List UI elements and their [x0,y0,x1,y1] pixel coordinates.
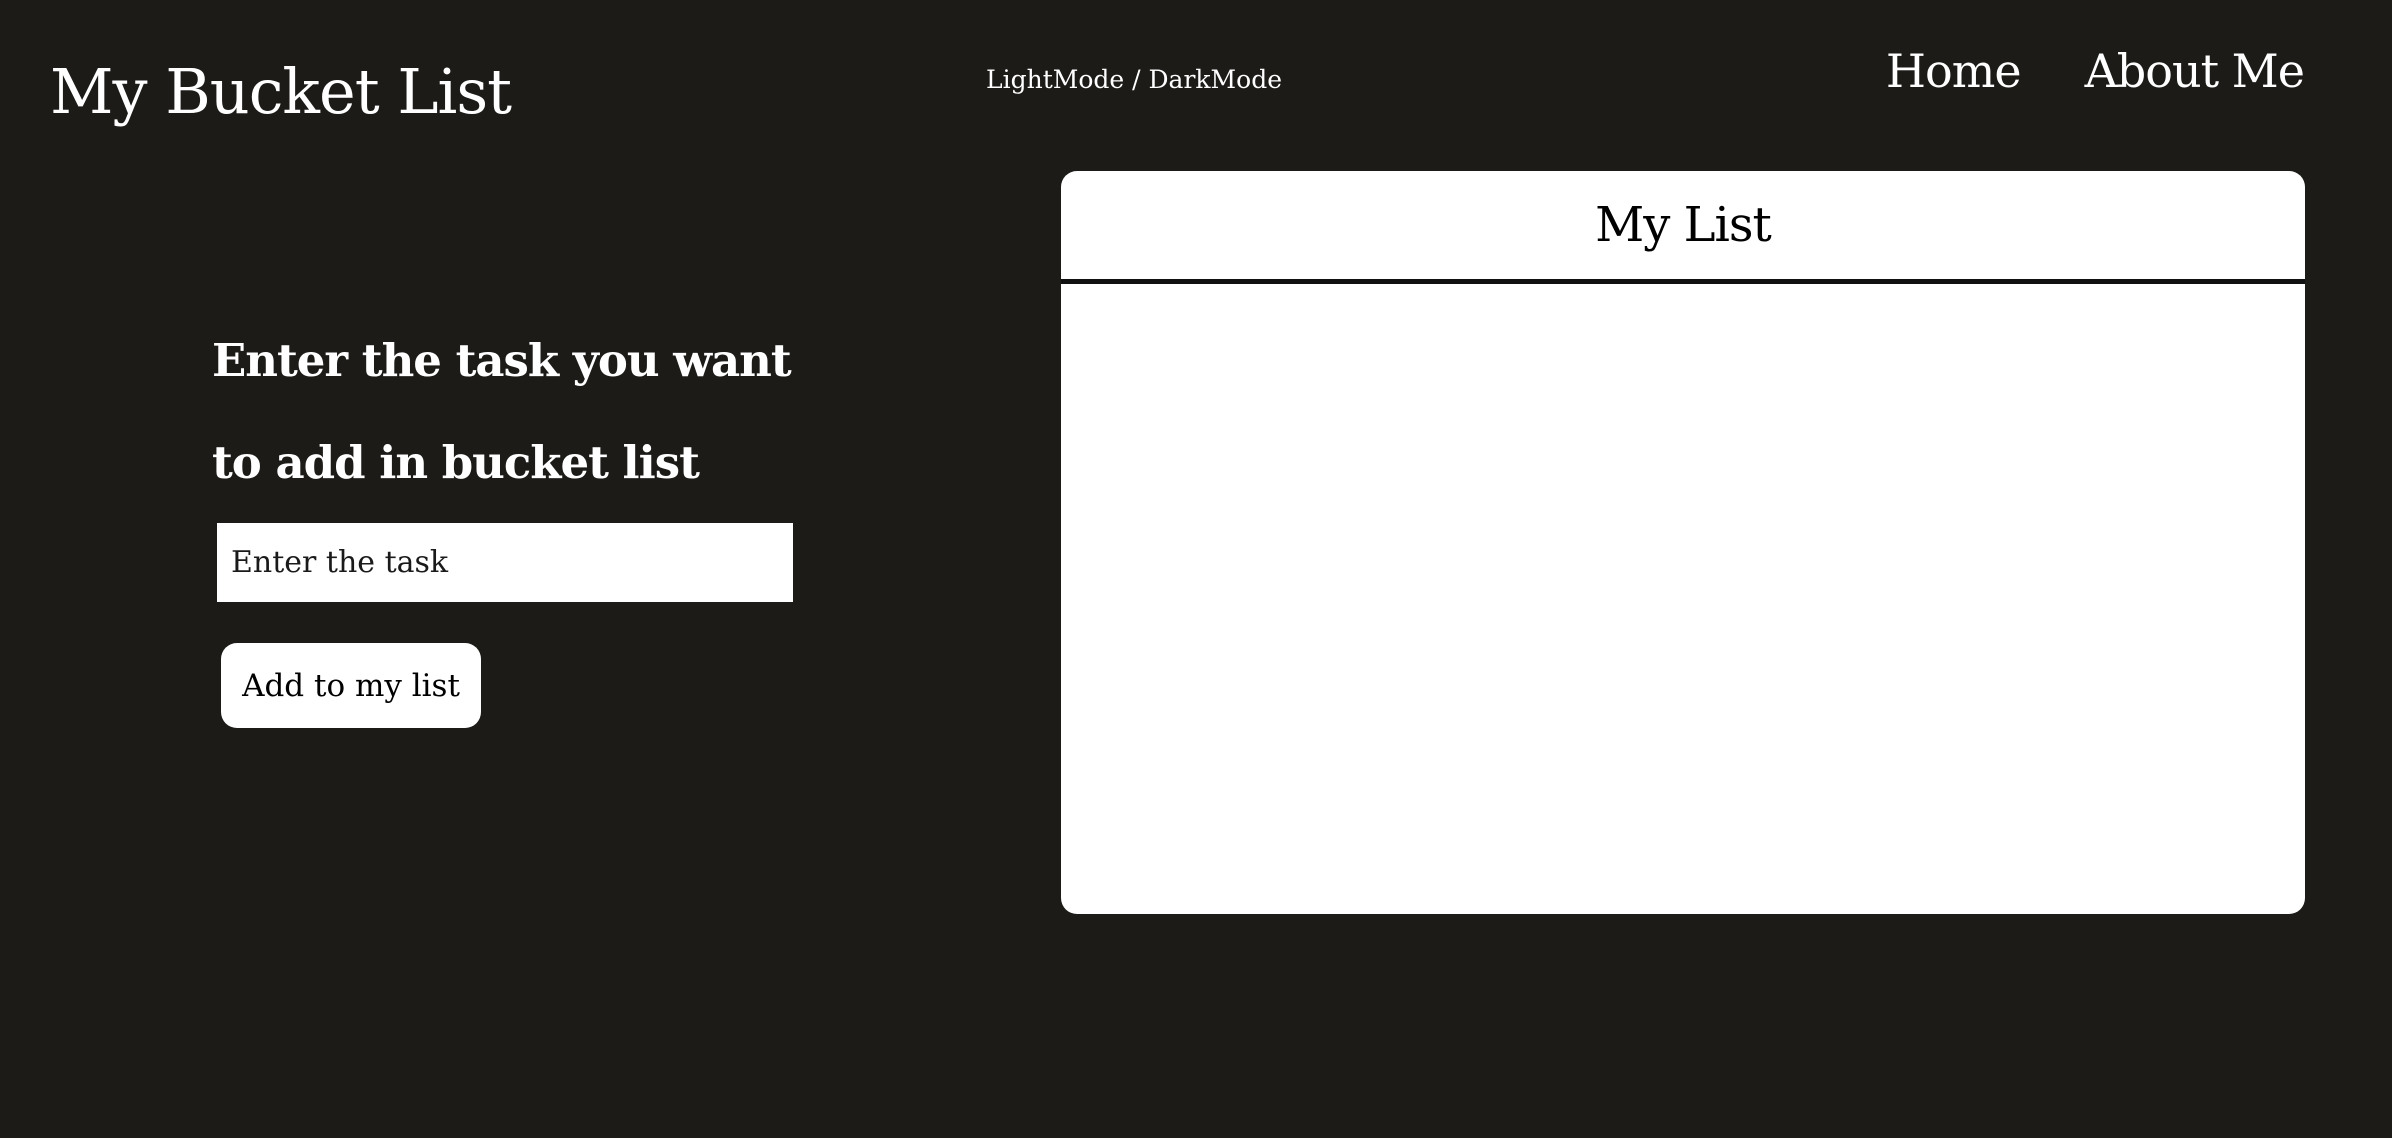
main-nav: Home About Me [1886,40,2305,102]
my-list-items [1061,284,2305,914]
task-input[interactable] [217,523,793,602]
add-to-list-button[interactable]: Add to my list [221,643,481,728]
task-prompt: Enter the task you want to add in bucket… [212,334,792,489]
app-title: My Bucket List [50,55,512,128]
my-list-title: My List [1595,197,1772,253]
nav-home-link[interactable]: Home [1886,40,2022,102]
my-list-panel: My List [1061,171,2305,914]
theme-toggle[interactable]: LightMode / DarkMode [986,62,1282,98]
nav-about-me-link[interactable]: About Me [2085,40,2305,102]
my-list-header: My List [1061,171,2305,284]
